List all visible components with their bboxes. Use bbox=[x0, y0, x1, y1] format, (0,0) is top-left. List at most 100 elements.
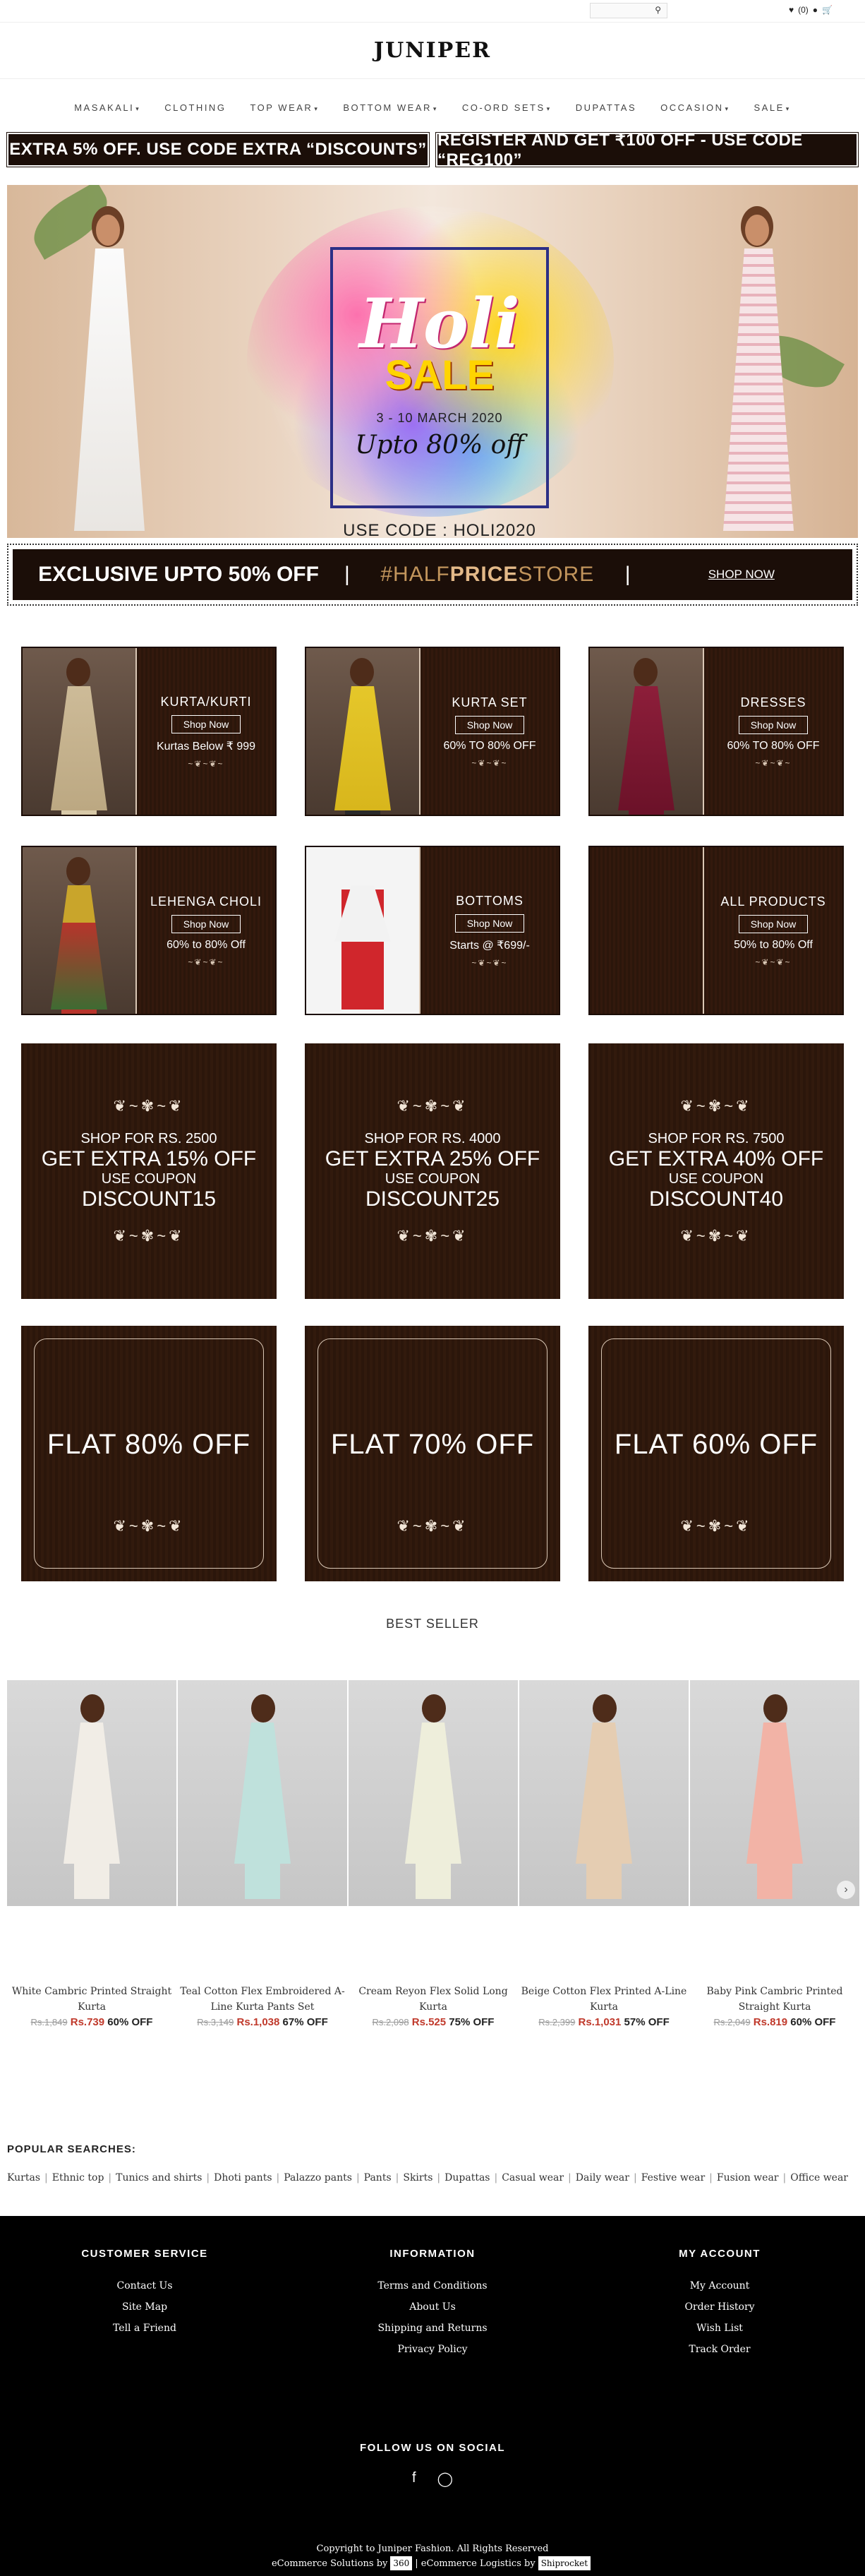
nav-item-top-wear[interactable]: TOP WEAR ▾ bbox=[250, 102, 319, 113]
nav-item-occasion[interactable]: OCCASION ▾ bbox=[660, 102, 730, 113]
wishlist-icon[interactable]: ♥ bbox=[789, 5, 794, 15]
product-image[interactable] bbox=[178, 1680, 347, 1906]
carousel-next-arrow[interactable]: › bbox=[837, 1881, 855, 1899]
nav-item-bottom-wear[interactable]: BOTTOM WEAR ▾ bbox=[343, 102, 438, 113]
footer-link[interactable]: Shipping and Returns bbox=[327, 2318, 538, 2339]
instagram-icon[interactable]: ◯ bbox=[437, 2470, 453, 2488]
popular-search-link[interactable]: Daily wear bbox=[576, 2172, 629, 2183]
popular-search-link[interactable]: Pants bbox=[364, 2172, 392, 2183]
promo-register-100[interactable]: REGISTER AND GET ₹100 OFF - USE CODE “RE… bbox=[435, 131, 859, 169]
product-name[interactable]: White Cambric Printed Straight Kurta bbox=[7, 1984, 176, 2015]
product-name[interactable]: Baby Pink Cambric Printed Straight Kurta bbox=[690, 1984, 859, 2015]
footer-link[interactable]: Contact Us bbox=[39, 2275, 250, 2296]
category-title: DRESSES bbox=[740, 695, 806, 709]
footer-link[interactable]: About Us bbox=[327, 2296, 538, 2318]
original-price: Rs.2,098 bbox=[372, 2017, 409, 2027]
user-icon[interactable]: ● bbox=[813, 5, 818, 15]
footer-link[interactable]: Track Order bbox=[614, 2339, 825, 2360]
category-image bbox=[306, 847, 421, 1014]
flat-discount-tile[interactable]: FLAT 60% OFF ❦~✾~❦ bbox=[588, 1326, 844, 1581]
product-card[interactable]: Baby Pink Cambric Printed Straight Kurta… bbox=[690, 1680, 859, 2030]
category-tile[interactable]: KURTA/KURTI Shop Now Kurtas Below ₹ 999 ~❦~… bbox=[21, 647, 277, 816]
product-name[interactable]: Cream Reyon Flex Solid Long Kurta bbox=[349, 1984, 518, 2015]
shop-now-link[interactable]: SHOP NOW bbox=[631, 568, 852, 582]
popular-search-link[interactable]: Ethnic top bbox=[52, 2172, 104, 2183]
category-tile[interactable]: BOTTOMS Shop Now Starts @ ₹699/- ~❦~❦~ bbox=[305, 846, 560, 1015]
product-image[interactable] bbox=[349, 1680, 518, 1906]
original-price: Rs.2,049 bbox=[713, 2017, 751, 2027]
ecom-credit-label: eCommerce Solutions by bbox=[271, 2558, 388, 2569]
popular-search-link[interactable]: Festive wear bbox=[641, 2172, 705, 2183]
footer-link[interactable]: Terms and Conditions bbox=[327, 2275, 538, 2296]
best-seller-carousel: White Cambric Printed Straight Kurta Rs.1… bbox=[7, 1680, 859, 2030]
category-tile[interactable]: KURTA SET Shop Now 60% TO 80% OFF ~❦~❦~ bbox=[305, 647, 560, 816]
popular-search-link[interactable]: Skirts bbox=[403, 2172, 432, 2183]
flat-discount-tile[interactable]: FLAT 70% OFF ❦~✾~❦ bbox=[305, 1326, 560, 1581]
product-name[interactable]: Beige Cotton Flex Printed A-Line Kurta bbox=[519, 1984, 689, 2015]
product-image[interactable] bbox=[690, 1680, 859, 1906]
category-text: DRESSES Shop Now 60% TO 80% OFF ~❦~❦~ bbox=[704, 648, 842, 815]
category-tile[interactable]: DRESSES Shop Now 60% TO 80% OFF ~❦~❦~ bbox=[588, 647, 844, 816]
footer-link[interactable]: Wish List bbox=[614, 2318, 825, 2339]
header-icons: ♥ (0) ● 🛒 bbox=[789, 5, 833, 15]
product-image[interactable] bbox=[7, 1680, 176, 1906]
nav-item-masakali[interactable]: MASAKALI ▾ bbox=[74, 102, 140, 113]
popular-search-link[interactable]: Kurtas bbox=[7, 2172, 40, 2183]
popular-search-link[interactable]: Dupattas bbox=[444, 2172, 490, 2183]
category-image bbox=[590, 847, 704, 1014]
footer-link[interactable]: My Account bbox=[614, 2275, 825, 2296]
category-tile[interactable]: LEHENGA CHOLI Shop Now 60% to 80% Off ~❦~❦~ bbox=[21, 846, 277, 1015]
popular-searches-title: POPULAR SEARCHES: bbox=[7, 2143, 136, 2155]
nav-item-co-ord-sets[interactable]: CO-ORD SETS ▾ bbox=[462, 102, 552, 113]
nav-item-clothing[interactable]: CLOTHING bbox=[164, 102, 226, 113]
search-icon[interactable]: ⚲ bbox=[655, 5, 661, 15]
hero-sale-text: SALE bbox=[385, 352, 495, 398]
popular-search-link[interactable]: Dhoti pants bbox=[214, 2172, 272, 2183]
promo-extra-5[interactable]: EXTRA 5% OFF. USE CODE EXTRA “DISCOUNTS” bbox=[6, 132, 430, 167]
coupon-tile[interactable]: ❦~✾~❦ SHOP FOR RS. 4000 GET EXTRA 25% OFF U… bbox=[305, 1043, 560, 1299]
popular-search-link[interactable]: Palazzo pants bbox=[284, 2172, 352, 2183]
nav-item-sale[interactable]: SALE ▾ bbox=[754, 102, 791, 113]
shiprocket-logo[interactable]: Shiprocket bbox=[538, 2556, 591, 2570]
shop-now-button[interactable]: Shop Now bbox=[738, 715, 809, 734]
facebook-icon[interactable]: f bbox=[412, 2470, 416, 2488]
tile-frame bbox=[34, 1338, 264, 1569]
search-input[interactable]: ⚲ bbox=[590, 3, 667, 18]
category-tile[interactable]: ALL PRODUCTS Shop Now 50% to 80% Off ~❦~❦~ bbox=[588, 846, 844, 1015]
shop-now-button[interactable]: Shop Now bbox=[454, 913, 525, 933]
popular-search-link[interactable]: Office wear bbox=[790, 2172, 848, 2183]
brand-logo[interactable]: JUNIPER bbox=[374, 38, 491, 63]
shop-now-button[interactable]: Shop Now bbox=[171, 914, 241, 933]
coupon-tile[interactable]: ❦~✾~❦ SHOP FOR RS. 7500 GET EXTRA 40% OFF U… bbox=[588, 1043, 844, 1299]
product-card[interactable]: White Cambric Printed Straight Kurta Rs.1… bbox=[7, 1680, 176, 2030]
product-card[interactable]: Beige Cotton Flex Printed A-Line Kurta Rs… bbox=[519, 1680, 689, 2030]
category-offer: 60% TO 80% OFF bbox=[443, 739, 536, 752]
ecom360-logo[interactable]: 360 bbox=[390, 2556, 413, 2570]
half-price-banner[interactable]: EXCLUSIVE UPTO 50% OFF | #HALFPRICESTORE… bbox=[7, 544, 858, 606]
product-card[interactable]: Teal Cotton Flex Embroidered A-Line Kurt… bbox=[178, 1680, 347, 2030]
footer-link[interactable]: Privacy Policy bbox=[327, 2339, 538, 2360]
popular-search-link[interactable]: Fusion wear bbox=[717, 2172, 779, 2183]
shop-now-button[interactable]: Shop Now bbox=[454, 715, 525, 734]
footer-column-title: INFORMATION bbox=[389, 2248, 476, 2260]
coupon-tile[interactable]: ❦~✾~❦ SHOP FOR RS. 2500 GET EXTRA 15% OFF U… bbox=[21, 1043, 277, 1299]
footer-link[interactable]: Site Map bbox=[39, 2296, 250, 2318]
holi-sale-hero-banner[interactable]: Holi SALE 3 - 10 MARCH 2020 Upto 80% off… bbox=[7, 185, 858, 538]
nav-item-dupattas[interactable]: DUPATTAS bbox=[576, 102, 636, 113]
cart-count[interactable]: (0) bbox=[798, 5, 809, 15]
shop-now-button[interactable]: Shop Now bbox=[738, 914, 809, 933]
footer-link[interactable]: Order History bbox=[614, 2296, 825, 2318]
category-grid: KURTA/KURTI Shop Now Kurtas Below ₹ 999 ~❦~… bbox=[21, 647, 844, 1015]
product-card[interactable]: Cream Reyon Flex Solid Long Kurta Rs.2,09… bbox=[349, 1680, 518, 2030]
shop-now-button[interactable]: Shop Now bbox=[171, 714, 241, 733]
product-name[interactable]: Teal Cotton Flex Embroidered A-Line Kurt… bbox=[178, 1984, 347, 2015]
half-price-hashtag: #HALFPRICESTORE bbox=[380, 563, 595, 586]
cart-icon[interactable]: 🛒 bbox=[822, 5, 833, 15]
category-image bbox=[590, 648, 704, 815]
popular-search-link[interactable]: Casual wear bbox=[502, 2172, 564, 2183]
flat-discount-tile[interactable]: FLAT 80% OFF ❦~✾~❦ bbox=[21, 1326, 277, 1581]
ornament-divider: ❦~✾~❦ bbox=[113, 1227, 185, 1245]
popular-search-link[interactable]: Tunics and shirts bbox=[116, 2172, 202, 2183]
footer-link[interactable]: Tell a Friend bbox=[39, 2318, 250, 2339]
product-image[interactable] bbox=[519, 1680, 689, 1906]
